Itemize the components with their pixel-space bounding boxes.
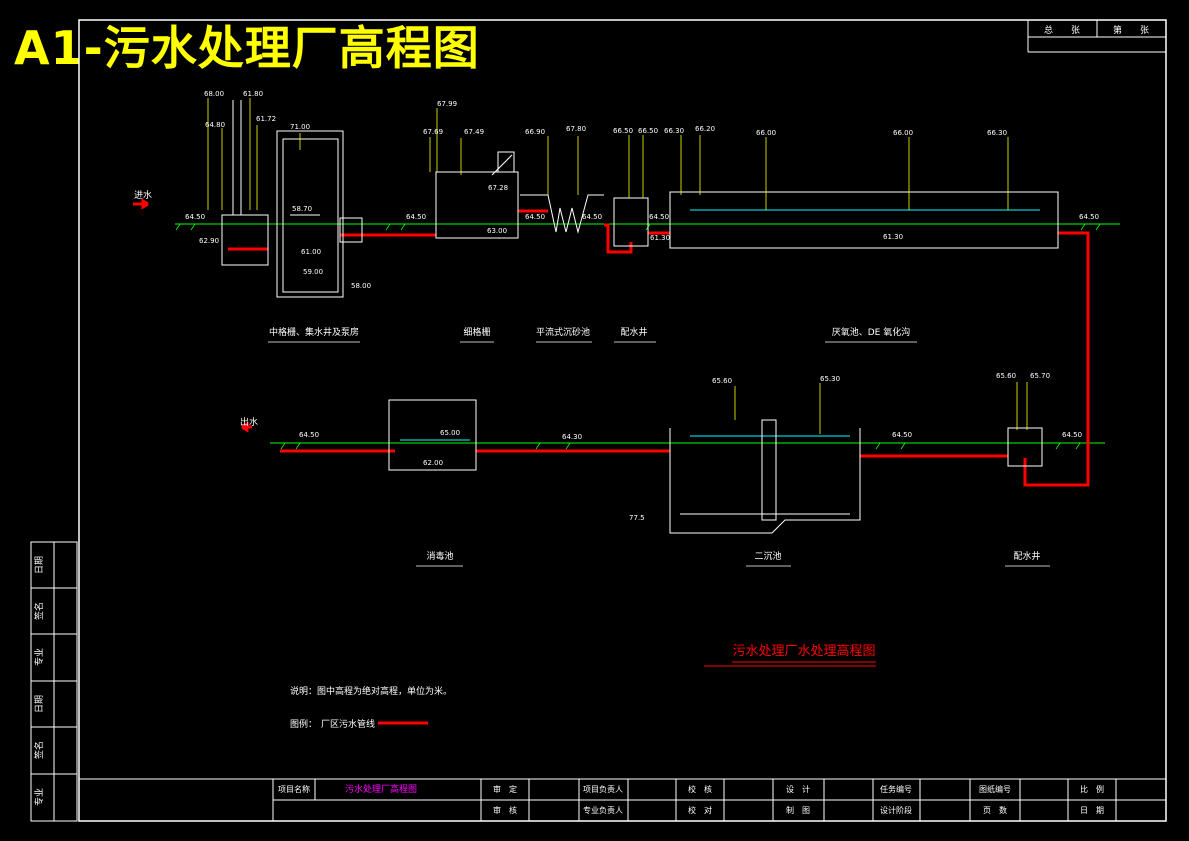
- level-68.00: 68.00: [204, 90, 224, 98]
- tb-approve: 审 定: [493, 784, 517, 794]
- tb-project-lead: 项目负责人: [583, 784, 623, 794]
- level-64.50-f: 64.50: [1079, 213, 1099, 221]
- level-62.90: 62.90: [199, 237, 219, 245]
- side-sign-2: 签名: [33, 741, 45, 759]
- tb-draw: 制 图: [786, 805, 810, 815]
- level-77.5: 77.5: [629, 514, 645, 522]
- tb-discipline-lead: 专业负责人: [583, 805, 623, 815]
- level-71.00: 71.00: [290, 123, 310, 131]
- project-name-value: 污水处理厂高程图: [345, 783, 417, 795]
- tb-scale: 比 例: [1080, 784, 1104, 794]
- level-62.00: 62.00: [423, 459, 443, 467]
- level-64.50-e: 64.50: [649, 213, 669, 221]
- unit-name-underlines: [268, 341, 1050, 567]
- tb-pages: 页 数: [983, 805, 1007, 815]
- level-64.50-g: 64.50: [299, 431, 319, 439]
- level-61.72: 61.72: [256, 115, 276, 123]
- level-65.60-a: 65.60: [712, 377, 732, 385]
- unit-name-3: 平流式沉砂池: [536, 326, 590, 338]
- elevation-drawing: 总 张 第 张 日期 签名 专业 日期 签名 专业 68.00 61.80 64…: [30, 19, 1167, 822]
- unit-names: 中格栅、集水井及泵房 细格栅 平流式沉砂池 配水井 厌氧池、DE 氧化沟 消毒池…: [269, 326, 1041, 562]
- level-67.49: 67.49: [464, 128, 484, 136]
- level-67.80: 67.80: [566, 125, 586, 133]
- tb-task-no: 任务编号: [880, 784, 912, 794]
- level-66.00-a: 66.00: [756, 129, 776, 137]
- corner-sheet: 第 张: [1113, 24, 1149, 36]
- unit-distribution-well-1: [613, 197, 649, 247]
- level-61.30-a: 61.30: [650, 234, 670, 242]
- level-61.00: 61.00: [301, 248, 321, 256]
- tb-review: 审 核: [493, 805, 517, 815]
- unit-name-7: 二沉池: [754, 550, 781, 562]
- level-66.30-a: 66.30: [664, 127, 684, 135]
- level-65.30: 65.30: [820, 375, 840, 383]
- level-61.30-b: 61.30: [883, 233, 903, 241]
- outlet-label: 出水: [240, 416, 258, 428]
- level-58.70: 58.70: [292, 205, 312, 213]
- tb-date: 日 期: [1080, 806, 1104, 815]
- side-date-1: 日期: [34, 556, 45, 574]
- level-66.30-b: 66.30: [987, 129, 1007, 137]
- tb-drawing-no: 图纸编号: [979, 784, 1011, 794]
- level-64.50-c: 64.50: [525, 213, 545, 221]
- level-59.00: 59.00: [303, 268, 323, 276]
- unit-secondary-clarifier: [669, 419, 861, 534]
- unit-anoxic-oxidation-ditch: [669, 191, 1059, 249]
- project-name-label: 项目名称: [278, 784, 310, 794]
- level-64.50-d: 64.50: [582, 213, 602, 221]
- level-67.99: 67.99: [437, 100, 457, 108]
- side-table: 日期 签名 专业 日期 签名 专业: [30, 541, 78, 822]
- level-61.80: 61.80: [243, 90, 263, 98]
- level-66.00-b: 66.00: [893, 129, 913, 137]
- side-discipline-2: 专业: [33, 788, 45, 806]
- unit-name-2: 细格栅: [463, 326, 490, 338]
- level-66.20: 66.20: [695, 125, 715, 133]
- note-text: 说明：图中高程为绝对高程，单位为米。: [290, 685, 452, 697]
- unit-name-4: 配水井: [620, 326, 647, 338]
- leader-lines: [207, 98, 1028, 434]
- title-block-text: 项目名称 污水处理厂高程图 审 定 审 核 项目负责人 专业负责人 校 核 校 …: [278, 783, 1104, 815]
- unit-name-8: 配水井: [1013, 550, 1040, 562]
- unit-name-1: 中格栅、集水井及泵房: [269, 326, 359, 338]
- inlet-label: 进水: [134, 189, 152, 201]
- level-65.00: 65.00: [440, 429, 460, 437]
- side-date-2: 日期: [34, 695, 45, 713]
- level-67.69: 67.69: [423, 128, 443, 136]
- level-63.00: 63.00: [487, 227, 507, 235]
- level-64.50-h: 64.50: [892, 431, 912, 439]
- level-64.50-a: 64.50: [185, 213, 205, 221]
- level-67.28: 67.28: [488, 184, 508, 192]
- unit-name-5: 厌氧池、DE 氧化沟: [832, 326, 910, 338]
- drawing-subtitle: 污水处理厂水处理高程图: [732, 643, 875, 659]
- level-65.70: 65.70: [1030, 372, 1050, 380]
- sewage-pipeline: [133, 198, 1090, 487]
- unit-fine-screen: [435, 151, 519, 239]
- legend-label: 图例：: [290, 718, 317, 730]
- level-64.30: 64.30: [562, 433, 582, 441]
- side-sign-1: 签名: [33, 602, 45, 620]
- level-58.00: 58.00: [351, 282, 371, 290]
- tb-proofread: 校 对: [688, 805, 712, 815]
- tb-check: 校 核: [688, 784, 712, 794]
- corner-table: 总 张 第 张: [1027, 19, 1167, 53]
- unit-name-6: 消毒池: [426, 550, 453, 562]
- level-64.50-i: 64.50: [1062, 431, 1082, 439]
- level-66.50-b: 66.50: [638, 127, 658, 135]
- level-64.80: 64.80: [205, 121, 225, 129]
- level-65.60-b: 65.60: [996, 372, 1016, 380]
- legend-item-label: 厂区污水管线: [321, 718, 375, 730]
- tb-design: 设 计: [786, 784, 810, 794]
- corner-total: 总 张: [1044, 24, 1080, 36]
- level-64.50-b: 64.50: [406, 213, 426, 221]
- tb-design-stage: 设计阶段: [880, 805, 912, 815]
- level-66.50-a: 66.50: [613, 127, 633, 135]
- side-discipline-1: 专业: [33, 648, 45, 666]
- level-66.90: 66.90: [525, 128, 545, 136]
